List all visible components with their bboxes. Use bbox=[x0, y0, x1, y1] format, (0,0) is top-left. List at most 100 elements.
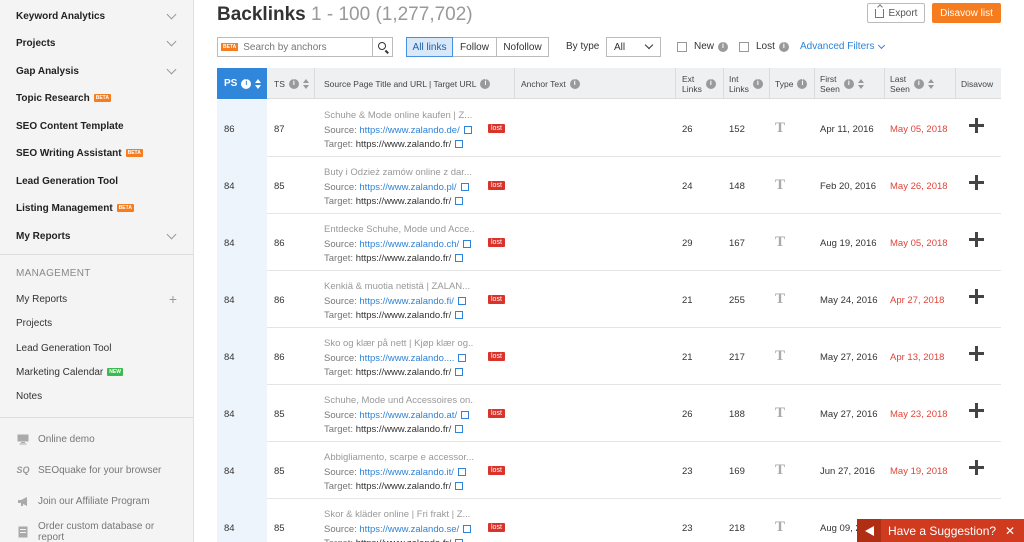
search-input[interactable] bbox=[238, 41, 367, 53]
management-item-lead-generation-tool[interactable]: Lead Generation Tool bbox=[16, 340, 177, 356]
segment-follow[interactable]: Follow bbox=[453, 37, 497, 57]
lost-filter-checkbox[interactable]: Lost i bbox=[739, 41, 789, 52]
sidebar-item-lead-generation-tool[interactable]: Lead Generation Tool bbox=[16, 171, 179, 191]
disavow-add-icon[interactable] bbox=[969, 289, 984, 304]
sidebar-item-projects[interactable]: Projects bbox=[16, 33, 179, 53]
external-link-icon[interactable] bbox=[457, 468, 466, 476]
info-icon[interactable]: i bbox=[913, 78, 924, 89]
source-line: Source: https://www.zalando.at/ bbox=[324, 410, 470, 421]
source-url-link[interactable]: https://www.zalando.it/ bbox=[359, 467, 454, 478]
column-header-ps[interactable]: PS i bbox=[217, 68, 267, 99]
disavow-add-icon[interactable] bbox=[969, 403, 984, 418]
column-header-last-seen[interactable]: Last Seen i bbox=[890, 68, 934, 99]
affiliate-program-link[interactable]: Join our Affiliate Program bbox=[16, 493, 183, 509]
ps-value: 84 bbox=[224, 523, 235, 534]
segment-nofollow[interactable]: Nofollow bbox=[497, 37, 549, 57]
external-link-icon[interactable] bbox=[463, 240, 472, 248]
segment-all-links[interactable]: All links bbox=[406, 37, 453, 57]
disavow-add-icon[interactable] bbox=[969, 118, 984, 133]
plus-icon[interactable]: + bbox=[169, 292, 177, 306]
order-custom-database-link[interactable]: Order custom database or report bbox=[16, 521, 183, 542]
source-url-link[interactable]: https://www.zalando.se/ bbox=[359, 524, 459, 535]
sidebar-item-listing-management[interactable]: Listing Management BETA bbox=[16, 198, 179, 218]
external-link-icon[interactable] bbox=[463, 525, 472, 533]
source-title: Buty i Odzież zamów online z dar... bbox=[324, 167, 472, 178]
column-header-int-links[interactable]: Int Links i bbox=[729, 68, 763, 99]
external-link-icon[interactable] bbox=[463, 126, 472, 134]
external-link-icon[interactable] bbox=[455, 140, 464, 148]
info-icon[interactable]: i bbox=[288, 78, 299, 89]
source-url-link[interactable]: https://www.zalando.ch/ bbox=[359, 239, 459, 250]
source-url-link[interactable]: https://www.zalando.pl/ bbox=[359, 182, 456, 193]
info-icon[interactable]: i bbox=[797, 78, 808, 89]
sidebar-item-seo-content-template[interactable]: SEO Content Template bbox=[16, 116, 179, 136]
source-title: Entdecke Schuhe, Mode und Acce... bbox=[324, 224, 474, 235]
sort-icon[interactable] bbox=[302, 78, 309, 89]
seoquake-link[interactable]: SQ SEOquake for your browser bbox=[16, 462, 183, 478]
chevron-down-icon bbox=[166, 64, 177, 74]
disavow-list-button[interactable]: Disavow list bbox=[932, 3, 1001, 23]
sidebar-item-seo-writing-assistant[interactable]: SEO Writing Assistant BETA bbox=[16, 143, 179, 163]
external-link-icon[interactable] bbox=[455, 368, 464, 376]
external-link-icon[interactable] bbox=[455, 482, 464, 490]
checkbox[interactable] bbox=[677, 41, 687, 52]
sort-icon[interactable] bbox=[857, 78, 864, 89]
disavow-add-icon[interactable] bbox=[969, 175, 984, 190]
search-button[interactable] bbox=[372, 38, 392, 56]
info-icon[interactable]: i bbox=[752, 78, 763, 89]
chevron-down-icon bbox=[166, 229, 177, 239]
external-link-icon[interactable] bbox=[461, 411, 470, 419]
beta-badge: BETA bbox=[125, 149, 143, 157]
column-header-source: Source Page Title and URL | Target URL i bbox=[324, 68, 491, 99]
source-url-link[interactable]: https://www.zalando.fi/ bbox=[359, 296, 454, 307]
checkbox[interactable] bbox=[739, 41, 749, 52]
info-icon[interactable]: i bbox=[718, 41, 729, 52]
disavow-add-icon[interactable] bbox=[969, 232, 984, 247]
external-link-icon[interactable] bbox=[457, 297, 466, 305]
export-button[interactable]: Export bbox=[867, 3, 925, 23]
sidebar-item-topic-research[interactable]: Topic Research BETA bbox=[16, 88, 179, 108]
close-icon[interactable]: ✕ bbox=[1005, 524, 1015, 538]
external-link-icon[interactable] bbox=[455, 254, 464, 262]
text-type-icon: T bbox=[775, 234, 786, 250]
external-link-icon[interactable] bbox=[460, 183, 469, 191]
column-header-ts[interactable]: TS i bbox=[274, 68, 309, 99]
external-link-icon[interactable] bbox=[455, 311, 464, 319]
disavow-add-icon[interactable] bbox=[969, 346, 984, 361]
target-prefix: Target: bbox=[324, 424, 354, 435]
utility-label: Order custom database or report bbox=[38, 521, 155, 542]
source-url-link[interactable]: https://www.zalando.de/ bbox=[359, 125, 459, 136]
info-icon[interactable]: i bbox=[705, 78, 716, 89]
online-demo-link[interactable]: Online demo bbox=[16, 431, 183, 447]
external-link-icon[interactable] bbox=[458, 354, 467, 362]
external-link-icon[interactable] bbox=[455, 197, 464, 205]
beta-badge: BETA bbox=[93, 94, 111, 102]
sidebar-item-gap-analysis[interactable]: Gap Analysis bbox=[16, 61, 179, 81]
sort-icon[interactable] bbox=[255, 78, 262, 89]
info-icon[interactable]: i bbox=[569, 78, 580, 89]
management-item-notes[interactable]: Notes bbox=[16, 388, 177, 404]
management-item-marketing-calendar[interactable]: Marketing Calendar NEW bbox=[16, 364, 177, 380]
int-links-value: 148 bbox=[729, 181, 745, 192]
type-select[interactable]: All bbox=[606, 37, 661, 57]
info-icon[interactable]: i bbox=[480, 78, 491, 89]
column-header-ext-links[interactable]: Ext Links i bbox=[682, 68, 716, 99]
disavow-add-icon[interactable] bbox=[969, 460, 984, 475]
management-item-projects[interactable]: Projects bbox=[16, 315, 177, 331]
column-header-first-seen[interactable]: First Seen i bbox=[820, 68, 864, 99]
management-item-my-reports[interactable]: My Reports + bbox=[16, 291, 177, 307]
new-filter-checkbox[interactable]: New i bbox=[677, 41, 729, 52]
sort-icon[interactable] bbox=[927, 78, 934, 89]
source-url-link[interactable]: https://www.zalando.... bbox=[359, 353, 454, 364]
sidebar-item-keyword-analytics[interactable]: Keyword Analytics bbox=[16, 6, 179, 26]
monitor-icon bbox=[16, 433, 30, 445]
info-icon[interactable]: i bbox=[778, 41, 789, 52]
info-icon[interactable]: i bbox=[843, 78, 854, 89]
info-icon[interactable]: i bbox=[241, 78, 252, 89]
external-link-icon[interactable] bbox=[455, 425, 464, 433]
source-url-link[interactable]: https://www.zalando.at/ bbox=[359, 410, 457, 421]
advanced-filters-toggle[interactable]: Advanced Filters bbox=[800, 41, 886, 52]
lost-badge: lost bbox=[488, 352, 505, 361]
sidebar-item-my-reports[interactable]: My Reports bbox=[16, 226, 179, 246]
suggestion-bar[interactable]: Have a Suggestion? ✕ bbox=[857, 519, 1024, 542]
